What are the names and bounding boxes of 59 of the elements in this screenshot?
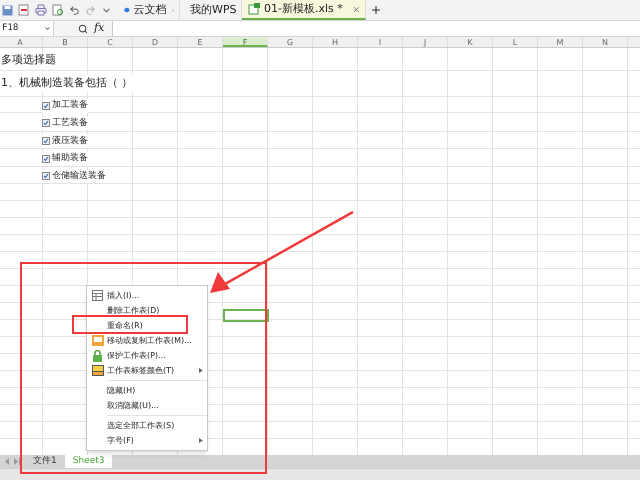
menu-item[interactable]: 选定全部工作表(S) <box>87 418 207 433</box>
menu-item[interactable]: 字号(F) <box>87 433 207 448</box>
menu-item[interactable]: 删除工作表(D) <box>87 303 207 318</box>
color-tab-icon <box>92 365 104 376</box>
checkbox-label: 仓储输送装备 <box>52 170 106 182</box>
column-header[interactable]: B <box>43 37 88 47</box>
column-header[interactable]: C <box>88 37 133 47</box>
column-header[interactable]: I <box>358 37 403 47</box>
formula-input[interactable] <box>112 21 640 36</box>
tab-label: 01-新模板.xls * <box>264 0 344 17</box>
save-icon[interactable] <box>2 4 13 16</box>
menu-item[interactable]: 移动或复制工作表(M)... <box>87 333 207 348</box>
menu-item[interactable]: 保护工作表(P)... <box>87 348 207 363</box>
zoom-icon[interactable] <box>78 24 88 34</box>
column-header[interactable]: N <box>583 37 628 47</box>
menu-item[interactable]: 重命名(R) <box>87 318 207 333</box>
checkbox-label: 辅助装备 <box>52 152 88 165</box>
checkbox[interactable] <box>42 102 50 110</box>
function-label[interactable]: fx <box>94 20 104 37</box>
undo-icon[interactable] <box>69 4 80 16</box>
checkbox-label: 加工装备 <box>52 99 88 112</box>
menu-item[interactable]: 隐藏(H) <box>87 383 207 398</box>
checkbox[interactable] <box>42 119 50 128</box>
new-tab-icon[interactable] <box>370 4 382 16</box>
close-icon[interactable] <box>352 4 361 14</box>
menu-item[interactable]: 取消隐藏(U)... <box>87 398 207 413</box>
menu-item[interactable]: 插入(I)... <box>87 288 207 303</box>
column-header[interactable]: G <box>268 37 313 47</box>
column-header[interactable]: D <box>133 37 178 47</box>
cell-text: 多项选择题 <box>0 52 57 68</box>
dropdown-icon[interactable] <box>44 25 51 32</box>
menu-item[interactable]: 工作表标签颜色(T) <box>87 363 207 378</box>
cell-text: 1、机械制造装备包括（ ） <box>0 75 134 92</box>
checkbox[interactable] <box>42 172 50 180</box>
name-box[interactable]: F18 <box>0 21 54 36</box>
column-header[interactable]: A <box>0 37 43 47</box>
checkbox[interactable] <box>42 137 50 146</box>
tab-label: 我的WPS <box>190 2 236 18</box>
checkbox-label: 液压装备 <box>52 134 88 148</box>
column-header[interactable]: M <box>538 37 583 47</box>
last-sheet-icon[interactable] <box>14 458 21 465</box>
column-header[interactable]: H <box>313 37 358 47</box>
spreadsheet-icon <box>248 3 260 15</box>
table-icon <box>92 290 103 301</box>
lock-icon <box>92 350 103 362</box>
column-header[interactable]: K <box>448 37 493 47</box>
document-tab[interactable]: 云文档 <box>118 0 180 20</box>
selected-cell <box>223 309 269 322</box>
move-sheet-icon <box>92 335 104 346</box>
column-header[interactable]: F <box>223 37 268 47</box>
tab-label: 云文档 <box>134 2 167 18</box>
checkbox[interactable] <box>42 154 50 163</box>
column-header[interactable]: L <box>493 37 538 47</box>
column-header[interactable]: J <box>403 37 448 47</box>
sheet-tab[interactable]: 文件1 <box>25 455 65 468</box>
document-tab[interactable]: 01-新模板.xls * <box>242 0 366 20</box>
checkbox-label: 工艺装备 <box>52 116 88 130</box>
print-icon[interactable] <box>35 4 47 16</box>
print-preview-icon[interactable] <box>52 4 64 16</box>
